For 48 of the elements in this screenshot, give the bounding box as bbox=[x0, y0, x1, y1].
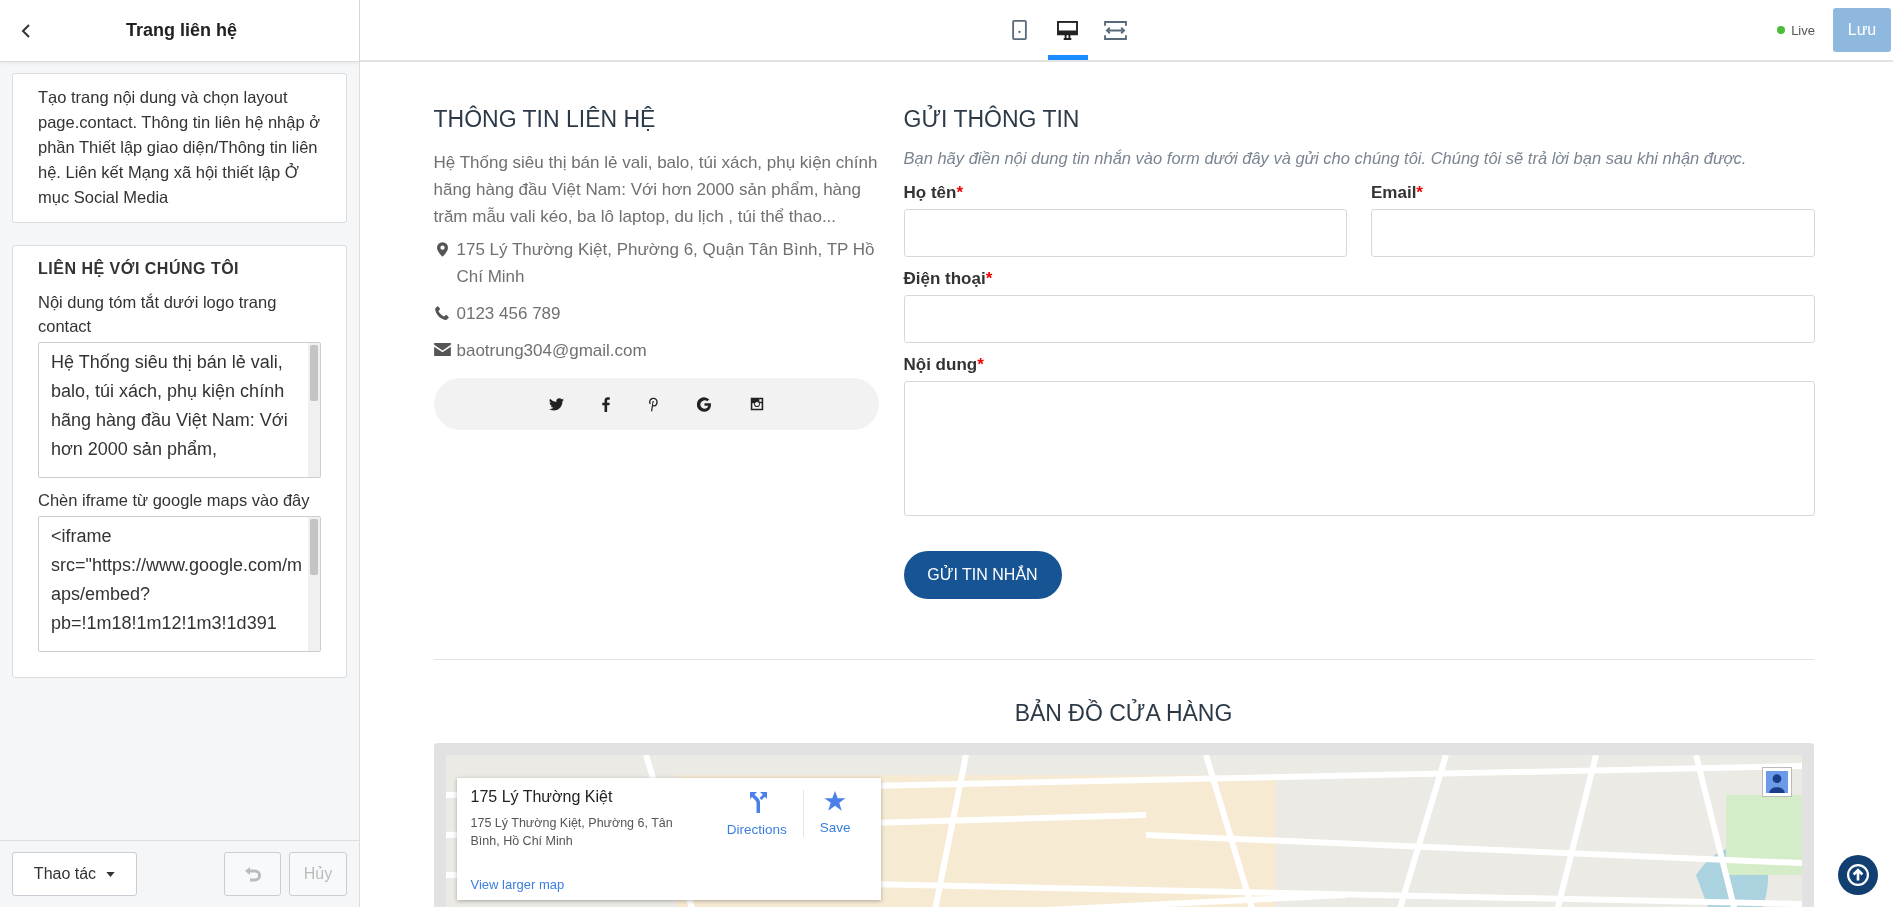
field-label: Họ tên* bbox=[903, 182, 964, 204]
place-title: 175 Lý Thường Kiệt bbox=[470, 788, 614, 806]
scroll-to-top-button[interactable] bbox=[1838, 855, 1878, 895]
pinterest-icon[interactable] bbox=[647, 396, 659, 412]
star-icon bbox=[824, 790, 847, 812]
contact-email-text: baotrung304@gmail.com bbox=[456, 340, 647, 362]
contact-phone-text: 0123 456 789 bbox=[456, 303, 561, 325]
contact-address-text: 175 Lý Thường Kiệt, Phường 6, Quận Tân Bình, TP Hồ Chí Minh bbox=[456, 239, 876, 288]
send-message-button[interactable]: GỬI TIN NHẮN bbox=[903, 551, 1062, 599]
google-icon[interactable] bbox=[696, 396, 712, 412]
text-area-field[interactable]: Hệ Thống siêu thị bán lẻ vali, balo, túi xách, phụ kiện chính hãng hàng đầu Việt Nam: Với hơn 2000 sản phẩm, bbox=[38, 342, 321, 478]
field-label: Nội dung tóm tắt dưới logo trang contact bbox=[38, 292, 278, 337]
text-area-field[interactable]: <iframe src="https://www.google.com/maps/embed?pb=!1m18!1m12!1m3!1d391 bbox=[38, 516, 321, 652]
street-view-button[interactable] bbox=[1761, 767, 1792, 797]
facebook-icon[interactable] bbox=[601, 396, 610, 412]
monitor-icon bbox=[1057, 20, 1078, 40]
input-field[interactable] bbox=[903, 209, 1347, 257]
person-icon bbox=[1765, 771, 1788, 793]
status-label: Live bbox=[1791, 22, 1815, 38]
section-heading: LIÊN HỆ VỚI CHÚNG TÔI bbox=[38, 260, 241, 278]
larger-map-link[interactable]: View larger map bbox=[470, 877, 565, 892]
expand-width-icon bbox=[1104, 20, 1127, 40]
save-button[interactable]: Save bbox=[802, 790, 867, 837]
place-address: 175 Lý Thường Kiệt, Phường 6, Tân Bình, Hồ Chí Minh bbox=[470, 815, 674, 850]
status-dot bbox=[1777, 26, 1786, 34]
map-pin-icon bbox=[436, 242, 448, 257]
input-field[interactable] bbox=[1371, 209, 1815, 257]
instagram-icon[interactable] bbox=[749, 397, 764, 411]
actions-dropdown-button[interactable]: Thao tác bbox=[12, 852, 137, 896]
twitter-icon[interactable] bbox=[548, 397, 564, 411]
directions-button[interactable]: Directions bbox=[710, 790, 803, 837]
field-label: Nội dung* bbox=[903, 354, 985, 376]
caret-icon bbox=[106, 871, 116, 877]
text-area-field[interactable] bbox=[903, 381, 1815, 516]
info-note: Tạo trang nội dung và chọn layout page.contact. Thông tin liên hệ nhập ở phần Thiết lập giao diện/Thông tin liên hệ. Liên kết Mạng xã hội thiết lập Ở mục Social Media bbox=[12, 73, 347, 223]
panel-title: Trang liên hệ bbox=[125, 20, 238, 41]
tablet-icon bbox=[1012, 20, 1027, 40]
field-label: Điện thoại* bbox=[903, 268, 994, 290]
input-field[interactable] bbox=[903, 295, 1815, 343]
section-heading: GỬI THÔNG TIN bbox=[903, 106, 1081, 133]
section-heading: BẢN ĐỒ CỬA HÀNG bbox=[1013, 700, 1234, 727]
form-intro: Bạn hãy điền nội dung tin nhắn vào form dưới đây và gửi cho chúng tôi. Chúng tôi sẽ trả lời bạn sau khi nhận được. bbox=[903, 149, 1748, 168]
field-label: Chèn iframe từ google maps vào đây bbox=[38, 490, 311, 511]
envelope-icon bbox=[433, 343, 451, 356]
store-description: Hệ Thống siêu thị bán lẻ vali, balo, túi xách, phụ kiện chính hãng hàng đầu Việt Nam: Với hơn 2000 sản phẩm, hàng trăm mẫu vali kéo, ba lô laptop, du lịch , túi thể thao... bbox=[433, 152, 879, 228]
field-label: Email* bbox=[1371, 182, 1424, 204]
phone-icon bbox=[435, 306, 449, 320]
section-heading: THÔNG TIN LIÊN HỆ bbox=[433, 106, 657, 133]
